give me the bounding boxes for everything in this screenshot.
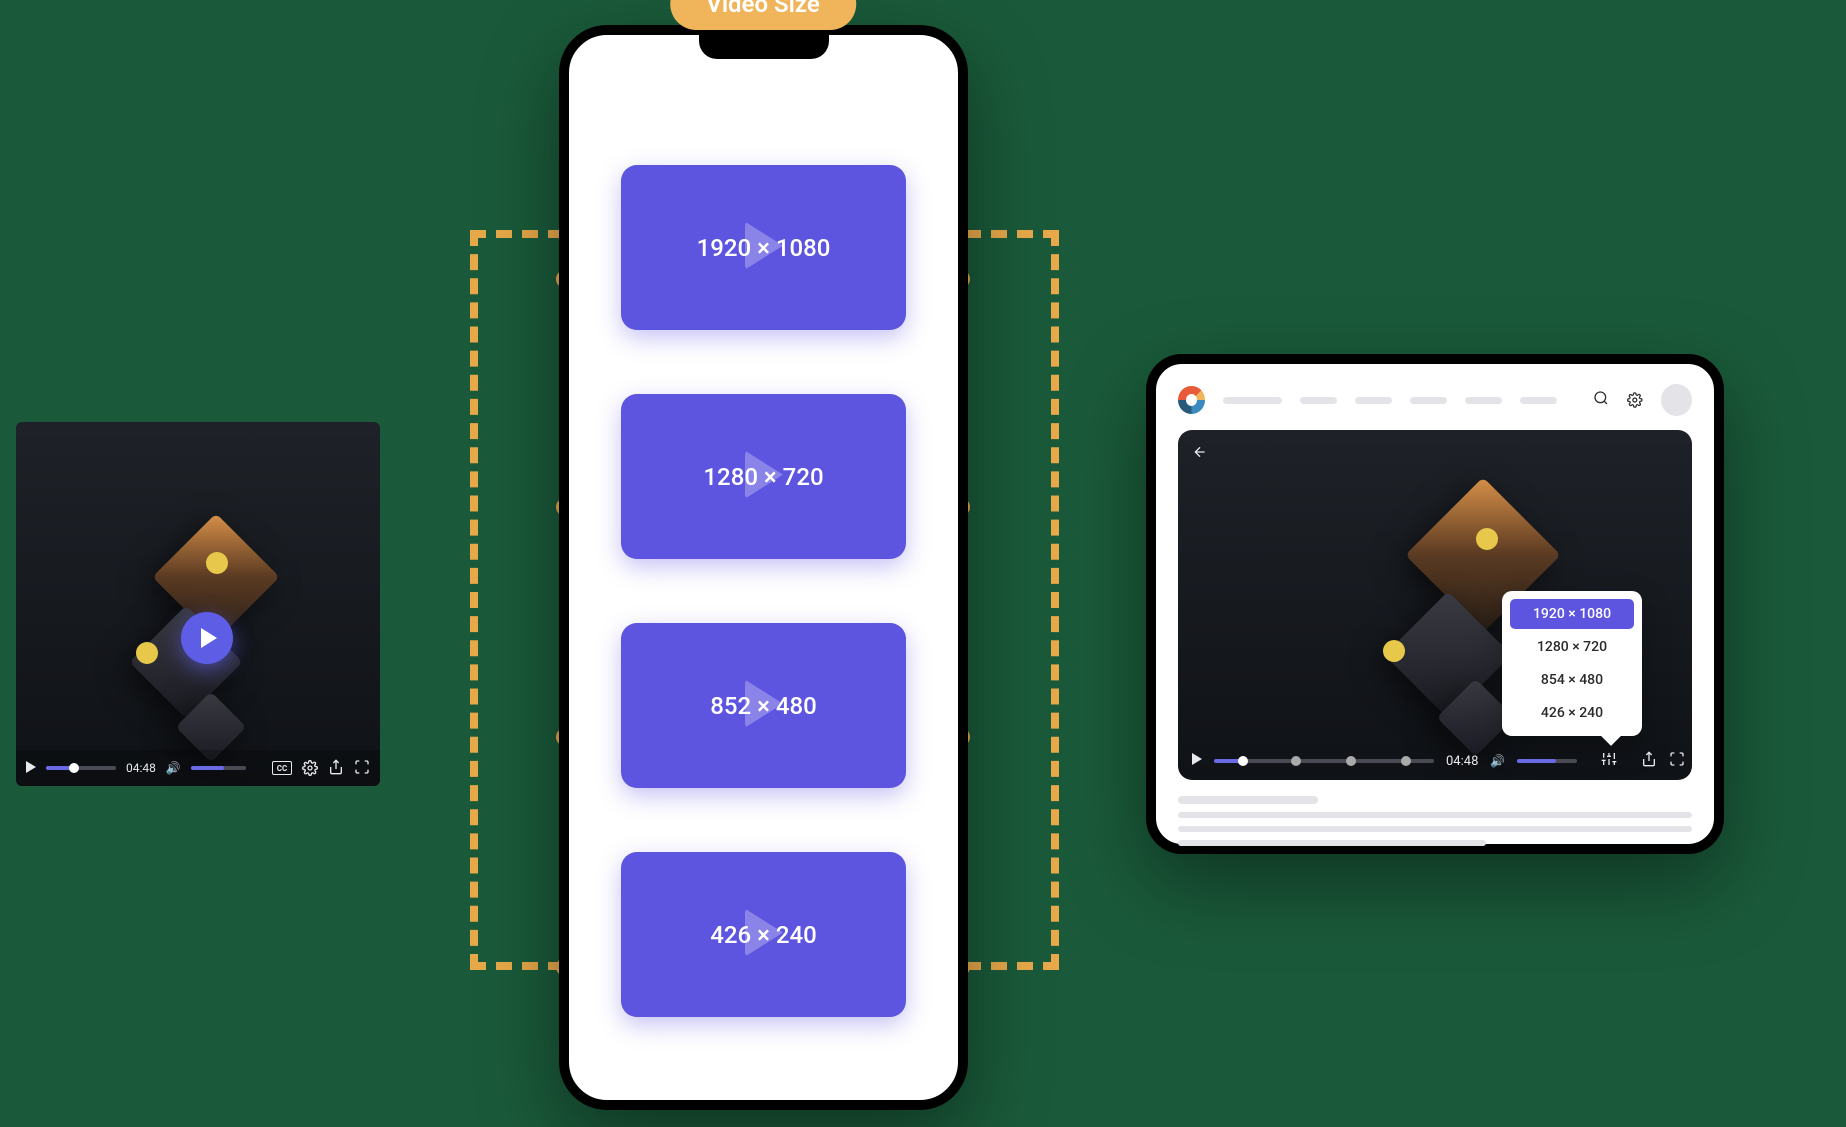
progress-slider[interactable]	[46, 766, 116, 770]
volume-slider[interactable]	[1517, 759, 1577, 763]
nav-item-skeleton	[1465, 397, 1502, 404]
tablet-header	[1178, 384, 1692, 416]
player-controls: 04:48 CC	[16, 750, 380, 786]
embedded-video-player: 1920 × 1080 1280 × 720 854 × 480 426 × 2…	[1178, 430, 1692, 780]
player-controls: 04:48	[1178, 742, 1692, 780]
resolution-list: 1920 × 1080 1280 × 720 852 × 480 426 × 2…	[569, 165, 958, 1017]
share-icon[interactable]	[1641, 751, 1657, 771]
video-thumbnail-scene	[16, 422, 380, 750]
video-size-badge: Video Size	[670, 0, 856, 30]
resolution-menu: 1920 × 1080 1280 × 720 854 × 480 426 × 2…	[1502, 591, 1642, 736]
connector-right-frame	[965, 230, 1059, 970]
gear-icon[interactable]	[1627, 392, 1643, 408]
fullscreen-icon[interactable]	[1669, 751, 1685, 771]
play-icon[interactable]	[26, 761, 36, 776]
volume-icon[interactable]	[1490, 754, 1505, 769]
scene-sphere	[206, 552, 228, 574]
time-label: 04:48	[1446, 754, 1478, 769]
resolution-menu-item-1080p[interactable]: 1920 × 1080	[1510, 599, 1634, 629]
skeleton-line	[1178, 796, 1318, 804]
resolution-card-240p[interactable]: 426 × 240	[621, 852, 906, 1017]
source-video-player: 04:48 CC	[16, 422, 380, 786]
skeleton-line	[1178, 812, 1692, 818]
volume-icon[interactable]	[166, 761, 181, 775]
cc-button[interactable]: CC	[272, 761, 292, 775]
play-button[interactable]	[181, 612, 233, 664]
resolution-card-1080p[interactable]: 1920 × 1080	[621, 165, 906, 330]
scene-sphere	[136, 642, 158, 664]
resolution-card-480p[interactable]: 852 × 480	[621, 623, 906, 788]
scene-sphere	[1476, 528, 1498, 550]
play-icon[interactable]	[1192, 753, 1202, 769]
search-icon[interactable]	[1593, 390, 1609, 410]
nav-item-skeleton	[1410, 397, 1447, 404]
resolution-card-720p[interactable]: 1280 × 720	[621, 394, 906, 559]
tablet-frame: 1920 × 1080 1280 × 720 854 × 480 426 × 2…	[1146, 354, 1724, 854]
nav-item-skeleton	[1300, 397, 1337, 404]
fullscreen-icon[interactable]	[354, 759, 370, 778]
nav-item-skeleton	[1520, 397, 1557, 404]
progress-slider[interactable]	[1214, 759, 1434, 763]
nav-item-skeleton	[1355, 397, 1392, 404]
nav-item-skeleton	[1223, 397, 1282, 404]
gear-icon[interactable]	[302, 760, 318, 776]
back-icon[interactable]	[1192, 444, 1208, 464]
skeleton-line	[1178, 840, 1486, 846]
phone-notch	[699, 33, 829, 59]
scene-sphere	[1383, 640, 1405, 662]
badge-label: Video Size	[706, 0, 820, 18]
resolution-menu-item-720p[interactable]: 1280 × 720	[1510, 632, 1634, 662]
resolution-menu-item-240p[interactable]: 426 × 240	[1510, 698, 1634, 728]
resolution-menu-item-480p[interactable]: 854 × 480	[1510, 665, 1634, 695]
skeleton-line	[1178, 826, 1692, 832]
connector-left-frame	[470, 230, 564, 970]
quality-settings-icon[interactable]	[1601, 751, 1617, 771]
volume-slider[interactable]	[191, 766, 246, 770]
phone-frame: 1920 × 1080 1280 × 720 852 × 480 426 × 2…	[559, 25, 968, 1110]
app-logo[interactable]	[1178, 386, 1205, 414]
share-icon[interactable]	[328, 759, 344, 778]
time-label: 04:48	[126, 761, 156, 775]
avatar[interactable]	[1661, 384, 1692, 416]
content-skeleton	[1178, 796, 1692, 846]
